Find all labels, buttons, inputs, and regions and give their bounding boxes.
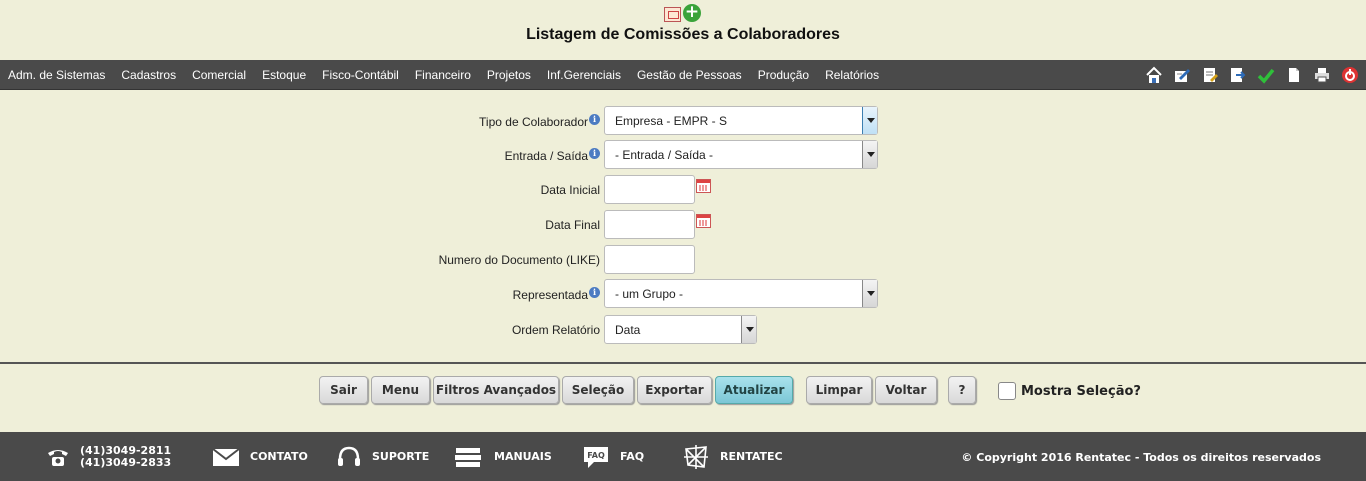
row-data-inicial: Data Inicial	[0, 175, 1366, 205]
mail-icon	[212, 447, 240, 466]
footer-faq[interactable]: FAQ FAQ	[582, 432, 644, 481]
chevron-down-icon[interactable]	[862, 107, 877, 134]
faq-icon-text: FAQ	[587, 451, 605, 460]
menu-item-cadastros[interactable]: Cadastros	[121, 68, 176, 82]
exportar-button[interactable]: Exportar	[637, 376, 712, 404]
entrada-saida-label: Entrada / Saída i	[505, 148, 600, 163]
export-icon[interactable]	[1228, 65, 1248, 85]
footer-manuais[interactable]: MANUAIS	[454, 432, 552, 481]
data-inicial-input[interactable]	[604, 175, 695, 204]
rentatec-link[interactable]: RENTATEC	[720, 450, 783, 463]
phone-2: (41)3049-2833	[80, 455, 172, 469]
representada-select[interactable]: - um Grupo -	[604, 279, 878, 308]
menu-button[interactable]: Menu	[371, 376, 430, 404]
copyright: © Copyright 2016 Rentatec - Todos os dir…	[961, 451, 1321, 464]
representada-label: Representada i	[513, 287, 600, 302]
footer: (41)3049-2811 (41)3049-2833 CONTATO SUPO…	[0, 432, 1366, 481]
data-final-label: Data Final	[545, 218, 600, 232]
notes-icon[interactable]	[1200, 65, 1220, 85]
entrada-saida-select[interactable]: - Entrada / Saída -	[604, 140, 878, 169]
numero-documento-input[interactable]	[604, 245, 695, 274]
tipo-colaborador-label: Tipo de Colaborador i	[479, 114, 600, 129]
menu-items: Adm. de Sistemas Cadastros Comercial Est…	[8, 60, 895, 90]
representada-value: - um Grupo -	[615, 287, 684, 301]
footer-rentatec[interactable]: RENTATEC	[682, 432, 783, 481]
menubar: Adm. de Sistemas Cadastros Comercial Est…	[0, 60, 1366, 90]
menu-item-fisco-contabil[interactable]: Fisco-Contábil	[322, 68, 399, 82]
power-icon[interactable]	[1340, 65, 1360, 85]
mostra-selecao-label[interactable]: Mostra Seleção?	[1021, 384, 1141, 399]
calendar-icon[interactable]	[696, 179, 711, 193]
voltar-button[interactable]: Voltar	[875, 376, 937, 404]
numero-documento-label: Numero do Documento (LIKE)	[438, 253, 600, 267]
data-final-input[interactable]	[604, 210, 695, 239]
row-numero-documento: Numero do Documento (LIKE)	[0, 245, 1366, 275]
footer-phones: (41)3049-2811 (41)3049-2833	[46, 432, 171, 481]
entrada-saida-value: - Entrada / Saída -	[615, 148, 714, 162]
calendar-icon[interactable]	[696, 214, 711, 228]
atualizar-button[interactable]: Atualizar	[715, 376, 793, 404]
row-tipo-colaborador: Tipo de Colaborador i Empresa - EMPR - S	[0, 106, 1366, 136]
info-icon[interactable]: i	[589, 287, 600, 298]
rentatec-logo-icon	[684, 444, 708, 469]
phone-numbers: (41)3049-2811 (41)3049-2833	[80, 443, 172, 469]
chevron-down-icon[interactable]	[862, 280, 877, 307]
divider	[0, 362, 1366, 364]
faq-link[interactable]: FAQ	[620, 450, 644, 463]
selecao-button[interactable]: Seleção	[562, 376, 634, 404]
menu-item-comercial[interactable]: Comercial	[192, 68, 246, 82]
document-icon[interactable]	[1284, 65, 1304, 85]
help-button[interactable]: ?	[948, 376, 976, 404]
toolbar	[1144, 65, 1360, 85]
ordem-relatorio-value: Data	[615, 323, 641, 337]
filtros-avancados-button[interactable]: Filtros Avançados	[433, 376, 559, 404]
menu-item-projetos[interactable]: Projetos	[487, 68, 531, 82]
edit-icon[interactable]	[1172, 65, 1192, 85]
page-title: Listagem de Comissões a Colaboradores	[526, 26, 840, 43]
print-icon[interactable]	[1312, 65, 1332, 85]
limpar-button[interactable]: Limpar	[806, 376, 872, 404]
menu-item-adm-sistemas[interactable]: Adm. de Sistemas	[8, 68, 105, 82]
tipo-colaborador-label-text: Tipo de Colaborador	[479, 115, 588, 129]
menu-item-producao[interactable]: Produção	[758, 68, 809, 82]
top-icons: +	[664, 4, 701, 22]
report-icon[interactable]	[664, 7, 681, 22]
menu-item-financeiro[interactable]: Financeiro	[415, 68, 471, 82]
home-icon[interactable]	[1144, 65, 1164, 85]
phone-1: (41)3049-2811	[80, 443, 172, 457]
menu-item-gestao-pessoas[interactable]: Gestão de Pessoas	[637, 68, 742, 82]
representada-label-text: Representada	[512, 288, 588, 302]
manuais-link[interactable]: MANUAIS	[494, 450, 552, 463]
info-icon[interactable]: i	[589, 114, 600, 125]
suporte-link[interactable]: SUPORTE	[372, 450, 429, 463]
row-entrada-saida: Entrada / Saída i - Entrada / Saída -	[0, 140, 1366, 170]
ordem-relatorio-label: Ordem Relatório	[511, 323, 600, 337]
books-icon	[455, 447, 481, 467]
row-ordem-relatorio: Ordem Relatório Data	[0, 315, 1366, 345]
row-representada: Representada i - um Grupo -	[0, 279, 1366, 309]
chevron-down-icon[interactable]	[862, 141, 877, 168]
phone-icon	[48, 449, 68, 466]
footer-suporte[interactable]: SUPORTE	[336, 432, 429, 481]
mostra-selecao-checkbox[interactable]	[998, 382, 1016, 400]
chevron-down-icon[interactable]	[741, 316, 756, 343]
menu-item-estoque[interactable]: Estoque	[262, 68, 306, 82]
row-data-final: Data Final	[0, 210, 1366, 240]
info-icon[interactable]: i	[589, 148, 600, 159]
footer-contato[interactable]: CONTATO	[212, 432, 308, 481]
entrada-saida-label-text: Entrada / Saída	[504, 149, 588, 163]
contato-link[interactable]: CONTATO	[250, 450, 308, 463]
sair-button[interactable]: Sair	[319, 376, 368, 404]
menu-item-inf-gerenciais[interactable]: Inf.Gerenciais	[547, 68, 621, 82]
check-icon[interactable]	[1256, 65, 1276, 85]
headset-icon	[338, 446, 360, 466]
data-inicial-label: Data Inicial	[540, 183, 600, 197]
menu-item-relatorios[interactable]: Relatórios	[825, 68, 879, 82]
faq-icon: FAQ	[584, 446, 608, 468]
tipo-colaborador-value: Empresa - EMPR - S	[615, 114, 728, 128]
ordem-relatorio-select[interactable]: Data	[604, 315, 757, 344]
add-icon[interactable]: +	[683, 4, 701, 22]
tipo-colaborador-select[interactable]: Empresa - EMPR - S	[604, 106, 878, 135]
